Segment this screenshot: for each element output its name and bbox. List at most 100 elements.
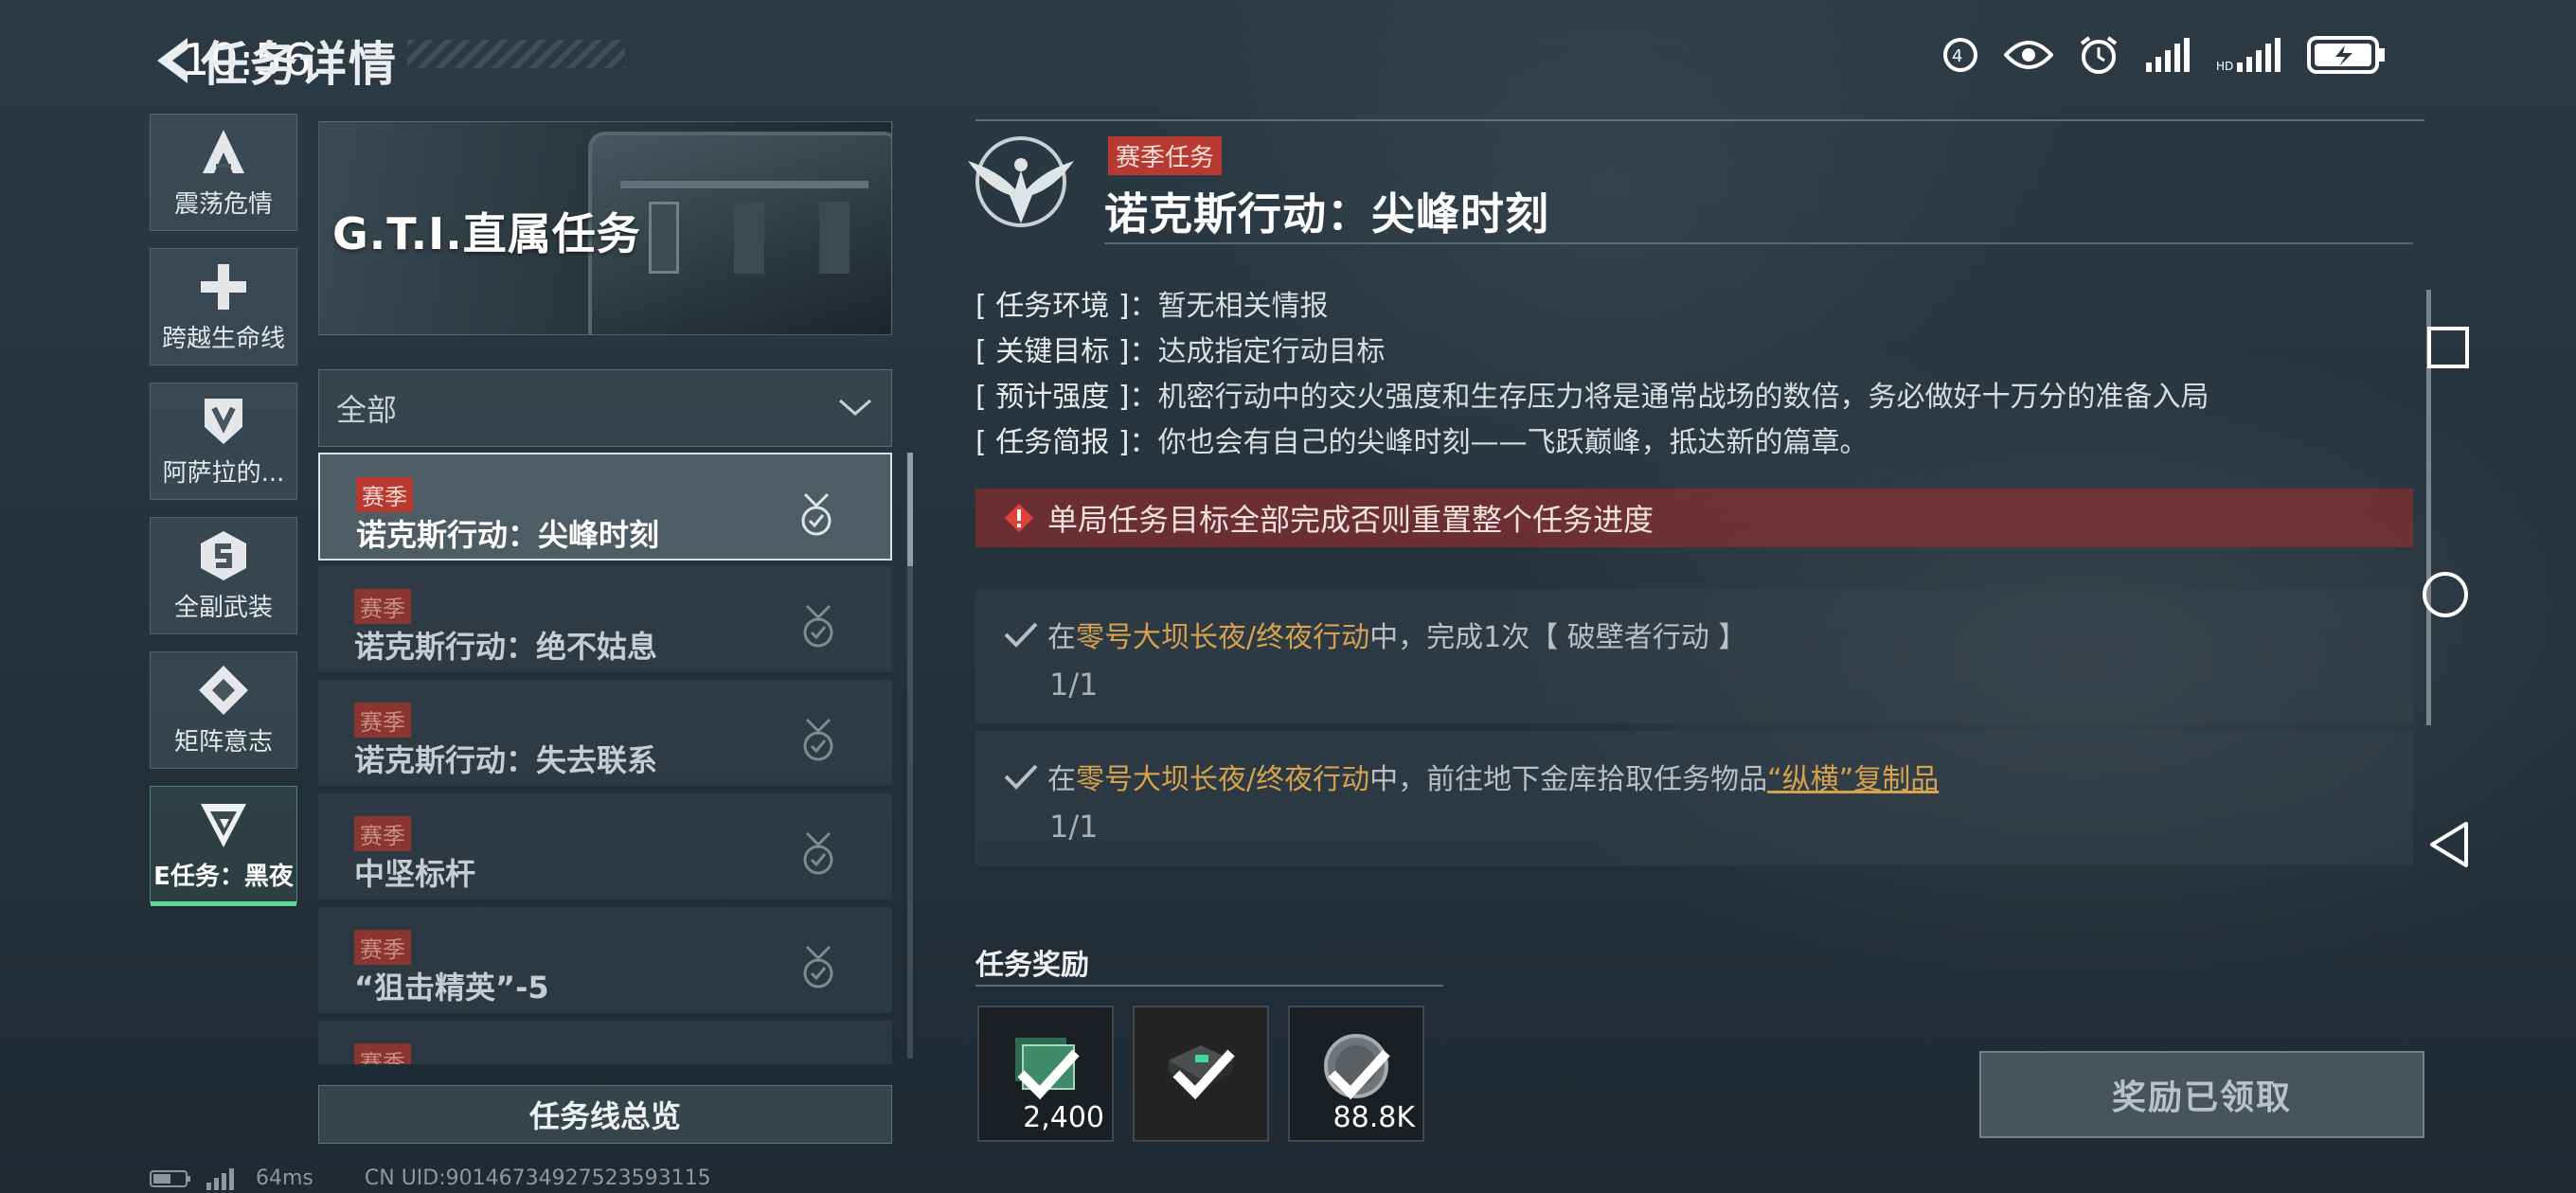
sidebar-item-label: E任务：黑夜 xyxy=(153,862,294,891)
task-list-scrollbar-thumb[interactable] xyxy=(907,453,913,566)
eye-icon xyxy=(2004,41,2053,69)
shield-v-icon xyxy=(205,398,242,444)
info-row-environment: [ 任务环境 ]： 暂无相关情报 xyxy=(975,284,2396,329)
sidebar-item-quanfu[interactable]: 全副武装 xyxy=(150,517,297,634)
reward-item[interactable]: 2,400 xyxy=(977,1006,1114,1142)
reward-count: 88.8K xyxy=(1333,1101,1415,1134)
season-task-tag: 赛季任务 xyxy=(1108,136,1223,175)
diamond-arrows-icon xyxy=(199,665,248,715)
reward-item[interactable]: 88.8K xyxy=(1288,1006,1424,1142)
task-detail-title: 诺克斯行动：尖峰时刻 xyxy=(1104,188,1549,240)
task-list[interactable]: 赛季 诺克斯行动：尖峰时刻 赛季 诺克斯行动：绝不姑息 赛季 诺克斯行动：失去联… xyxy=(318,453,892,1064)
check-icon xyxy=(1004,622,1038,648)
info-value: 机密行动中的交火强度和生存压力将是通常战场的数倍，务必做好十万分的准备入局 xyxy=(1157,381,2209,414)
back-nav-icon[interactable] xyxy=(2426,820,2470,869)
divider xyxy=(975,119,2424,121)
back-arrow-icon[interactable] xyxy=(150,32,195,89)
rewards-title: 任务奖励 xyxy=(975,949,1089,982)
hexagon-s-icon xyxy=(201,530,246,580)
signal-icon xyxy=(2146,38,2190,72)
season-tag: 赛季 xyxy=(354,589,411,624)
objective-text: 在零号大坝长夜/终夜行动中，完成1次【 破壁者行动 】 xyxy=(1047,621,1747,654)
sidebar-item-juzhen[interactable]: 矩阵意志 xyxy=(150,651,297,769)
info-row-briefing: [ 任务简报 ]： 你也会有自己的尖峰时刻——飞跃巅峰，抵达新的篇章。 xyxy=(975,420,2396,466)
info-key: [ 关键目标 ]： xyxy=(975,335,1158,368)
season-tag: 赛季 xyxy=(354,816,411,851)
home-icon[interactable] xyxy=(2421,570,2470,619)
task-name: 诺克斯行动：绝不姑息 xyxy=(354,629,658,665)
network-signal-icon xyxy=(206,1167,234,1190)
info-row-key-goal: [ 关键目标 ]： 达成指定行动目标 xyxy=(975,329,2396,375)
filter-selected-label: 全部 xyxy=(336,392,398,428)
page-title: 任务详情 xyxy=(201,37,398,92)
sidebar-item-label: 全副武装 xyxy=(173,593,273,622)
battery-icon xyxy=(2307,36,2385,74)
reset-warning-banner: 单局任务目标全部完成否则重置整个任务进度 xyxy=(975,489,2413,547)
a-chevron-icon xyxy=(203,129,244,173)
warning-icon xyxy=(1005,504,1033,532)
task-name: 诺克斯行动：失去联系 xyxy=(354,742,658,778)
eagle-emblem-icon xyxy=(968,136,1074,227)
claimed-check-icon xyxy=(1017,1049,1080,1100)
medal-check-icon xyxy=(803,945,833,988)
task-name: “狙击精英”-5 xyxy=(354,970,549,1006)
info-key: [ 任务简报 ]： xyxy=(975,426,1158,459)
objective-progress: 1/1 xyxy=(1049,809,1099,845)
info-value: 你也会有自己的尖峰时刻——飞跃巅峰，抵达新的篇章。 xyxy=(1157,426,1869,459)
status-icons: 4 HD xyxy=(1941,34,2387,76)
info-key: [ 预计强度 ]： xyxy=(975,381,1158,414)
info-value: 暂无相关情报 xyxy=(1157,290,1329,323)
svg-text:HD: HD xyxy=(2216,60,2233,73)
divider xyxy=(1104,242,2413,244)
signal-2-icon: HD xyxy=(2216,38,2281,73)
banner-title: G.T.I.直属任务 xyxy=(332,208,641,259)
task-item[interactable]: 赛季 “狙击精英”-5 xyxy=(318,907,892,1015)
objective-item: 在零号大坝长夜/终夜行动中，前往地下金库拾取任务物品“纵横”复制品 1/1 xyxy=(975,731,2413,865)
chevron-down-icon xyxy=(839,399,871,416)
task-item[interactable]: 赛季 中坚标杆 xyxy=(318,793,892,901)
ping-value: 64ms xyxy=(256,1166,313,1190)
recent-apps-icon[interactable] xyxy=(2426,326,2470,369)
map-name-highlight: 零号大坝长夜/终夜行动 xyxy=(1076,621,1370,654)
objective-item: 在零号大坝长夜/终夜行动中，完成1次【 破壁者行动 】 1/1 xyxy=(975,589,2413,723)
task-item[interactable]: 赛季 诺克斯行动：绝不姑息 xyxy=(318,566,892,674)
reward-claimed-button[interactable]: 奖励已领取 xyxy=(1979,1051,2424,1138)
warning-text: 单局任务目标全部完成否则重置整个任务进度 xyxy=(1047,502,1655,538)
season-tag: 赛季 xyxy=(354,1043,411,1064)
sidebar-item-heiye[interactable]: E任务：黑夜 xyxy=(150,786,297,906)
check-icon xyxy=(1004,764,1038,790)
task-name: 中坚标杆 xyxy=(354,856,476,892)
task-category-banner: G.T.I.直属任务 xyxy=(318,121,892,335)
claimed-check-icon xyxy=(1172,1049,1235,1100)
page-header: 任务详情 xyxy=(150,27,398,95)
season-tag: 赛季 xyxy=(354,703,411,738)
task-item-selected[interactable]: 赛季 诺克斯行动：尖峰时刻 xyxy=(318,453,892,561)
objective-progress: 1/1 xyxy=(1049,667,1099,703)
sidebar-item-label: 跨越生命线 xyxy=(161,324,285,353)
medal-check-icon xyxy=(803,718,833,761)
info-row-intensity: [ 预计强度 ]： 机密行动中的交火强度和生存压力将是通常战场的数倍，务必做好十… xyxy=(975,375,2396,420)
reward-item[interactable] xyxy=(1133,1006,1269,1142)
task-filter-dropdown[interactable]: 全部 xyxy=(318,369,892,447)
sidebar-item-asala[interactable]: 阿萨拉的... xyxy=(150,383,297,500)
sidebar-item-kuayue[interactable]: 跨越生命线 xyxy=(150,248,297,365)
sidebar-item-label: 震荡危情 xyxy=(173,189,273,219)
svg-text:4: 4 xyxy=(1952,46,1962,66)
sidebar-item-label: 矩阵意志 xyxy=(173,727,273,757)
sidebar-item-zhendang[interactable]: 震荡危情 xyxy=(150,114,297,231)
divider xyxy=(975,985,1443,987)
data-saver-icon: 4 xyxy=(1943,38,1977,72)
task-item[interactable]: 赛季 xyxy=(318,1021,892,1064)
triangle-g-icon xyxy=(201,803,246,847)
cross-icon xyxy=(201,263,246,310)
task-item[interactable]: 赛季 诺克斯行动：失去联系 xyxy=(318,680,892,788)
season-tag: 赛季 xyxy=(354,930,411,965)
alarm-icon xyxy=(2080,36,2118,74)
item-link[interactable]: “纵横”复制品 xyxy=(1767,763,1939,796)
task-line-overview-button[interactable]: 任务线总览 xyxy=(318,1085,892,1144)
reward-count: 2,400 xyxy=(1023,1101,1104,1134)
medal-check-icon xyxy=(803,604,833,648)
map-name-highlight: 零号大坝长夜/终夜行动 xyxy=(1076,763,1370,796)
task-info: [ 任务环境 ]： 暂无相关情报 [ 关键目标 ]： 达成指定行动目标 [ 预计… xyxy=(975,284,2396,466)
info-value: 达成指定行动目标 xyxy=(1157,335,1386,368)
